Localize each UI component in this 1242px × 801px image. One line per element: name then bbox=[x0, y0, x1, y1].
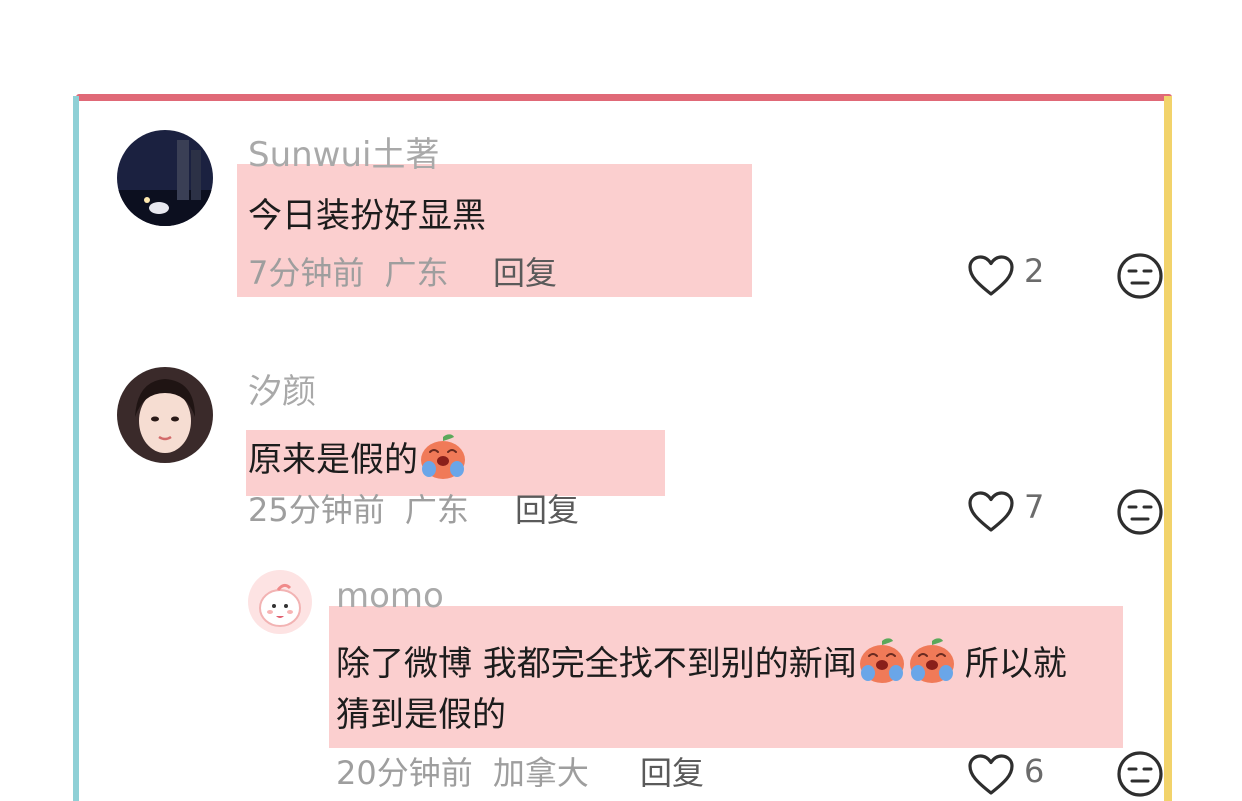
comment-text: 原来是假的 bbox=[248, 433, 468, 481]
comment-text-part: 除了微博 我都完全找不到别的新闻 bbox=[336, 644, 857, 684]
reply-button[interactable]: 回复 bbox=[493, 254, 557, 292]
heart-icon[interactable] bbox=[967, 753, 1015, 797]
frame-right-border bbox=[1164, 96, 1172, 801]
comment-time: 7分钟前 bbox=[248, 254, 365, 292]
crying-peach-emoji bbox=[418, 433, 468, 481]
reply-button[interactable]: 回复 bbox=[640, 754, 704, 792]
user-avatar[interactable] bbox=[248, 570, 312, 634]
heart-icon[interactable] bbox=[967, 490, 1015, 534]
reply-button[interactable]: 回复 bbox=[515, 491, 579, 529]
user-avatar[interactable] bbox=[117, 367, 213, 463]
comment-location: 广东 bbox=[384, 254, 449, 292]
comment-time: 25分钟前 bbox=[248, 491, 385, 529]
comment-time: 20分钟前 bbox=[336, 754, 473, 792]
like-count: 6 bbox=[1024, 752, 1045, 790]
comment-meta: 7分钟前 广东 bbox=[248, 254, 449, 292]
comment-location: 加拿大 bbox=[492, 754, 589, 792]
like-count: 2 bbox=[1024, 252, 1045, 290]
sticker-face-icon[interactable] bbox=[1116, 488, 1164, 536]
crying-peach-emoji bbox=[857, 637, 907, 685]
comment-location: 广东 bbox=[404, 491, 469, 529]
username[interactable]: Sunwui土著 bbox=[248, 135, 439, 175]
sticker-face-icon[interactable] bbox=[1116, 252, 1164, 300]
username[interactable]: 汐颜 bbox=[248, 372, 316, 412]
crying-peach-emoji bbox=[907, 637, 957, 685]
comment-text-line: 猜到是假的 bbox=[336, 695, 506, 735]
username[interactable]: momo bbox=[336, 576, 444, 616]
comment-text: 今日装扮好显黑 bbox=[248, 196, 486, 236]
user-avatar[interactable] bbox=[117, 130, 213, 226]
cartoon-peach-avatar bbox=[248, 570, 312, 634]
frame-left-border bbox=[73, 96, 79, 801]
frame-top-border bbox=[76, 94, 1172, 101]
comment-text-part: 所以就 bbox=[964, 644, 1067, 684]
comment-text-body: 原来是假的 bbox=[248, 440, 418, 480]
girl-portrait-avatar bbox=[117, 367, 213, 463]
heart-icon[interactable] bbox=[967, 254, 1015, 298]
like-count: 7 bbox=[1024, 488, 1045, 526]
comment-meta: 25分钟前 广东 bbox=[248, 491, 469, 529]
comment-meta: 20分钟前 加拿大 bbox=[336, 754, 589, 792]
night-city-photo-avatar bbox=[117, 130, 213, 226]
sticker-face-icon[interactable] bbox=[1116, 750, 1164, 798]
comment-text-line: 除了微博 我都完全找不到别的新闻 所以就 bbox=[336, 637, 1067, 685]
